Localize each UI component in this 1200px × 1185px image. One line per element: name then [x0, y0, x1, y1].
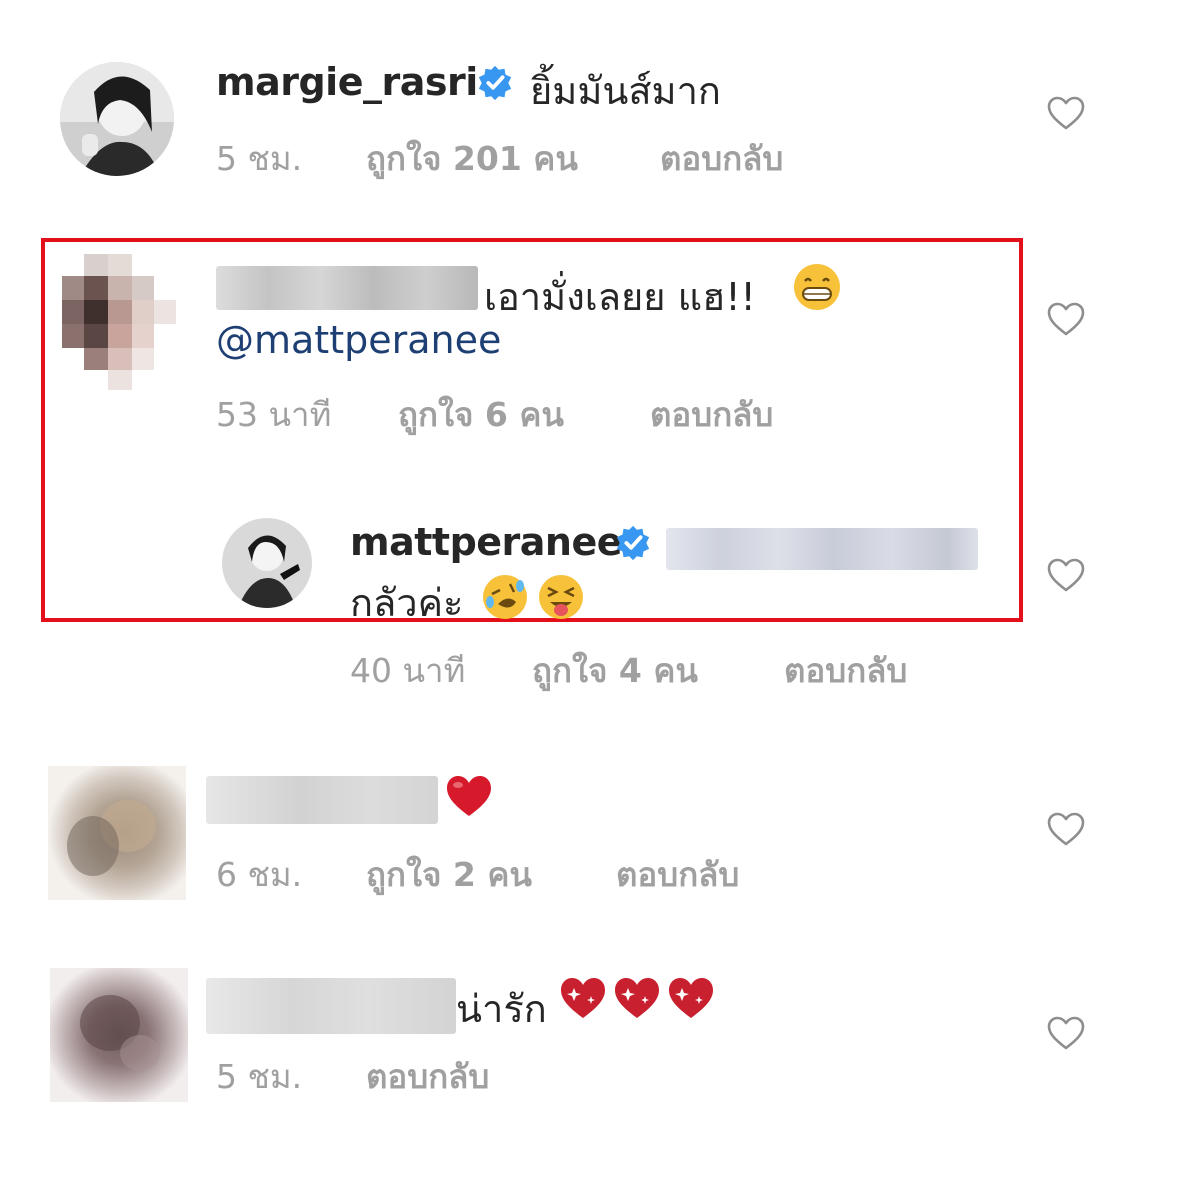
avatar[interactable]	[62, 254, 176, 390]
blurred-username[interactable]	[206, 978, 456, 1034]
blurred-username[interactable]	[216, 266, 478, 310]
comment-text: ยิ้มมันส์มาก	[530, 69, 721, 113]
heart-outline-icon[interactable]	[1046, 1014, 1086, 1054]
avatar[interactable]	[50, 968, 188, 1102]
verified-badge-icon	[616, 525, 650, 561]
comment-time: 40 นาที	[350, 651, 466, 690]
comment-time: 6 ชม.	[216, 855, 303, 894]
avatar[interactable]	[60, 62, 174, 176]
sparkling-heart-icon	[669, 978, 713, 1018]
comment-likes[interactable]: ถูกใจ 4 คน	[532, 644, 698, 697]
reply-button[interactable]: ตอบกลับ	[366, 1050, 489, 1103]
comment-likes[interactable]: ถูกใจ 6 คน	[398, 388, 564, 441]
avatar[interactable]	[222, 518, 312, 608]
sparkling-heart-icon	[615, 978, 659, 1018]
comment-time: 5 ชม.	[216, 1057, 303, 1096]
red-heart-icon	[447, 776, 491, 816]
comment-text: กลัวค่ะ	[350, 581, 464, 625]
avatar[interactable]	[48, 766, 186, 900]
blurred-username[interactable]	[206, 776, 438, 824]
mention-link[interactable]: @mattperanee	[216, 318, 501, 362]
rofl-emoji-icon	[483, 575, 527, 619]
comment-username[interactable]: mattperanee	[350, 520, 623, 564]
sparkling-heart-icon	[561, 978, 605, 1018]
comment-text: เอามั่งเลยย แฮ!!	[484, 275, 756, 319]
reply-button[interactable]: ตอบกลับ	[616, 848, 739, 901]
verified-badge-icon	[478, 65, 512, 101]
comment-time: 5 ชม.	[216, 139, 303, 178]
comment-text: น่ารัก	[456, 987, 547, 1031]
comment-username[interactable]: margie_rasri	[216, 60, 478, 104]
heart-outline-icon[interactable]	[1046, 810, 1086, 850]
comment-likes[interactable]: ถูกใจ 2 คน	[366, 848, 532, 901]
grinning-emoji-icon	[794, 264, 840, 310]
tongue-wink-emoji-icon	[539, 575, 583, 619]
heart-outline-icon[interactable]	[1046, 300, 1086, 340]
reply-button[interactable]: ตอบกลับ	[784, 644, 907, 697]
reply-button[interactable]: ตอบกลับ	[650, 388, 773, 441]
reply-button[interactable]: ตอบกลับ	[660, 132, 783, 185]
comment-time: 53 นาที	[216, 395, 332, 434]
heart-outline-icon[interactable]	[1046, 94, 1086, 134]
blurred-mention[interactable]	[666, 528, 978, 570]
heart-outline-icon[interactable]	[1046, 556, 1086, 596]
comment-likes[interactable]: ถูกใจ 201 คน	[366, 132, 578, 185]
